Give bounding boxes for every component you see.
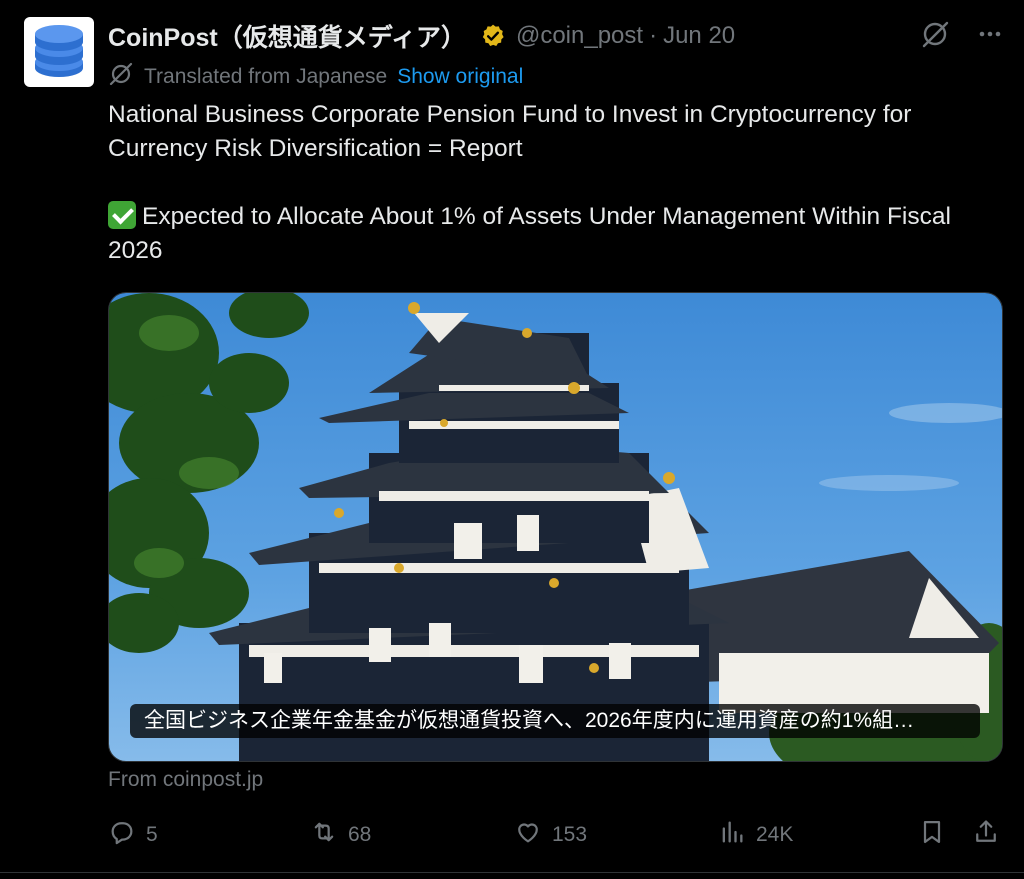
card-caption: 全国ビジネス企業年金基金が仮想通貨投資へ、2026年度内に運用資産の約1%組… — [130, 704, 980, 738]
tweet-body: National Business Corporate Pension Fund… — [108, 98, 998, 268]
verified-badge-icon[interactable] — [480, 23, 506, 49]
views-count: 24K — [756, 823, 794, 846]
translate-icon — [108, 61, 134, 93]
views-icon — [718, 818, 746, 852]
views-button[interactable]: 24K — [718, 815, 793, 855]
card-source[interactable]: From coinpost.jp — [108, 768, 263, 792]
tweet-text-line-2-text: Expected to Allocate About 1% of Assets … — [108, 203, 951, 264]
reply-icon — [108, 818, 136, 852]
like-icon — [514, 818, 542, 852]
check-mark-icon — [108, 201, 136, 229]
reply-count: 5 — [146, 823, 158, 846]
tweet-date[interactable]: Jun 20 — [663, 22, 735, 50]
reply-button[interactable]: 5 — [108, 815, 158, 855]
grok-icon[interactable] — [920, 19, 950, 54]
coin-stack-logo — [35, 25, 83, 77]
separator-dot: · — [649, 22, 658, 49]
like-button[interactable]: 153 — [514, 815, 587, 855]
author-handle[interactable]: @coin_post — [516, 22, 643, 50]
action-bar: 5 68 153 24K — [108, 815, 998, 855]
author-name[interactable]: CoinPost（仮想通貨メディア） — [108, 18, 466, 54]
bookmark-button[interactable] — [918, 815, 946, 855]
castle-photo — [109, 293, 1002, 761]
tweet-header: CoinPost（仮想通貨メディア） @coin_post · Jun 20 — [108, 18, 1004, 54]
tweet-text-line-1: National Business Corporate Pension Fund… — [108, 101, 912, 162]
divider — [0, 872, 1024, 873]
avatar[interactable] — [24, 17, 94, 87]
show-original-link[interactable]: Show original — [397, 65, 523, 89]
translation-notice: Translated from Japanese Show original — [108, 62, 523, 92]
like-count: 153 — [552, 823, 588, 846]
more-icon[interactable] — [976, 20, 1004, 53]
link-card-image[interactable] — [108, 292, 1003, 762]
repost-button[interactable]: 68 — [310, 815, 371, 855]
share-button[interactable] — [972, 815, 1000, 855]
tweet-text-line-2: Expected to Allocate About 1% of Assets … — [108, 200, 998, 268]
share-icon — [972, 818, 1000, 852]
translated-label: Translated from Japanese — [144, 65, 388, 88]
bookmark-icon — [918, 818, 946, 852]
repost-icon — [310, 818, 338, 852]
repost-count: 68 — [348, 823, 372, 846]
